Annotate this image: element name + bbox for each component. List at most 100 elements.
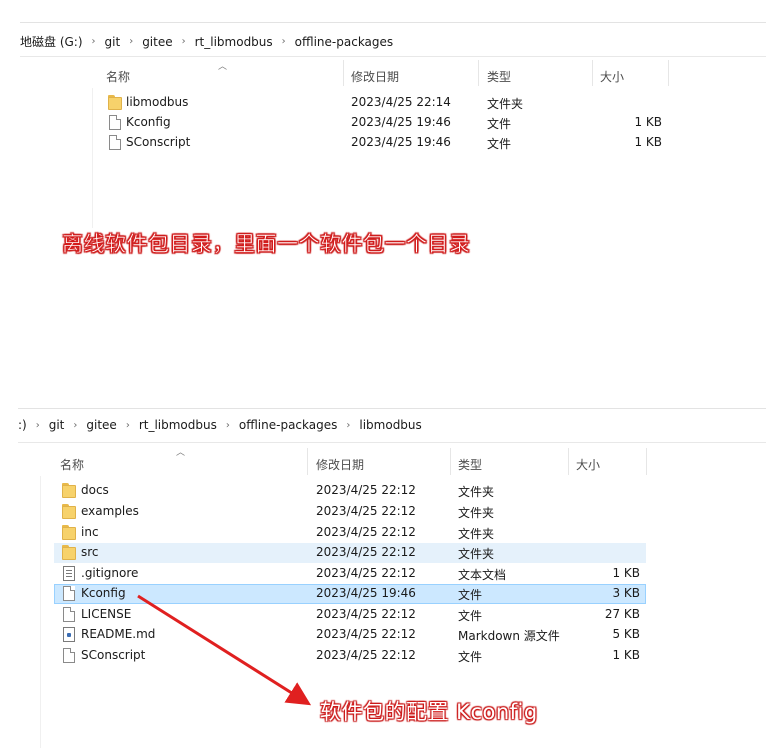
column-header-name[interactable]: 名称 [106,68,130,85]
file-name: SConscript [81,648,146,662]
file-row-kconfig[interactable]: Kconfig 2023/4/25 19:46 文件 1 KB [100,113,670,133]
folder-icon [62,504,76,519]
file-icon [63,648,75,663]
file-row-readme[interactable]: README.md 2023/4/25 22:12 Markdown 源文件 5… [54,625,646,645]
column-divider[interactable] [592,60,593,86]
file-size: 3 KB [612,586,640,600]
file-type: 文件 [458,588,483,602]
file-type: 文件夹 [487,97,524,111]
file-name: LICENSE [81,607,132,621]
column-header-modified[interactable]: 修改日期 [316,456,364,473]
breadcrumb-item-drive[interactable]: 地磁盘 (G:) [20,33,83,50]
folder-icon [62,545,76,560]
file-name: SConscript [126,135,191,149]
breadcrumb-item-git[interactable]: git [49,418,65,432]
breadcrumb: 地磁盘 (G:) › git › gitee › rt_libmodbus › … [20,33,393,50]
file-modified: 2023/4/25 22:12 [316,627,416,641]
breadcrumb-item-gitee[interactable]: gitee [86,418,116,432]
file-modified: 2023/4/25 22:12 [316,525,416,539]
breadcrumb-item-offline-packages[interactable]: offline-packages [295,35,394,49]
file-type: 文件 [458,609,483,623]
breadcrumb-divider [20,56,766,57]
file-modified: 2023/4/25 22:12 [316,504,416,518]
file-name: examples [81,504,139,518]
folder-icon [62,525,76,540]
file-type: Markdown 源文件 [458,629,560,643]
file-row-gitignore[interactable]: .gitignore 2023/4/25 22:12 文本文档 1 KB [54,564,646,584]
file-type: 文件 [458,650,483,664]
breadcrumb-item-libmodbus[interactable]: libmodbus [359,418,421,432]
file-size: 1 KB [612,566,640,580]
column-header-type[interactable]: 类型 [458,456,482,473]
column-header-modified[interactable]: 修改日期 [351,68,399,85]
file-name: README.md [81,627,156,641]
column-divider[interactable] [668,60,669,86]
breadcrumb-item-rt-libmodbus[interactable]: rt_libmodbus [195,35,273,49]
column-divider[interactable] [450,448,451,475]
file-row-docs[interactable]: docs 2023/4/25 22:12 文件夹 [54,481,646,501]
chevron-right-icon: › [91,36,96,47]
column-header-size[interactable]: 大小 [600,68,624,85]
explorer-window-offline-packages: 地磁盘 (G:) › git › gitee › rt_libmodbus › … [0,0,780,230]
breadcrumb-item-gitee[interactable]: gitee [142,35,172,49]
chevron-right-icon: › [125,419,130,431]
file-type: 文件 [487,117,512,131]
file-size: 1 KB [634,115,662,129]
file-type: 文件夹 [458,527,495,541]
folder-icon [108,95,122,110]
column-divider[interactable] [646,448,647,475]
file-row-license[interactable]: LICENSE 2023/4/25 22:12 文件 27 KB [54,605,646,625]
file-row-inc[interactable]: inc 2023/4/25 22:12 文件夹 [54,523,646,543]
file-modified: 2023/4/25 22:12 [316,607,416,621]
file-type: 文件 [487,137,512,151]
file-name: Kconfig [81,586,126,600]
file-name: docs [81,483,109,497]
file-modified: 2023/4/25 22:12 [316,483,416,497]
file-name: Kconfig [126,115,171,129]
nav-pane-divider[interactable] [40,476,41,748]
chevron-right-icon: › [346,419,351,431]
file-icon [63,607,75,622]
annotation-kconfig: 软件包的配置 Kconfig [320,700,538,724]
file-icon [63,586,75,601]
file-type: 文本文档 [458,568,507,582]
file-name: .gitignore [81,566,139,580]
sort-ascending-icon: ︿ [218,62,228,72]
column-header-type[interactable]: 类型 [487,68,511,85]
file-icon [109,135,121,150]
chevron-right-icon: › [281,36,286,47]
sort-ascending-icon: ︿ [176,448,186,458]
file-row-kconfig[interactable]: Kconfig 2023/4/25 19:46 文件 3 KB [54,584,646,604]
file-size: 5 KB [612,627,640,641]
column-divider[interactable] [343,60,344,86]
file-row-libmodbus[interactable]: libmodbus 2023/4/25 22:14 文件夹 [100,93,670,113]
file-modified: 2023/4/25 19:46 [351,115,451,129]
file-type: 文件夹 [458,547,495,561]
breadcrumb-item-offline-packages[interactable]: offline-packages [239,418,338,432]
chevron-right-icon: › [129,36,134,47]
file-type: 文件夹 [458,506,495,520]
file-size: 1 KB [612,648,640,662]
column-header-size[interactable]: 大小 [576,456,600,473]
file-row-src[interactable]: src 2023/4/25 22:12 文件夹 [54,543,646,563]
file-name: src [81,545,99,559]
text-file-icon [63,566,75,581]
file-row-sconscript[interactable]: SConscript 2023/4/25 19:46 文件 1 KB [100,133,670,153]
file-row-examples[interactable]: examples 2023/4/25 22:12 文件夹 [54,502,646,522]
breadcrumb-item-git[interactable]: git [105,35,121,49]
folder-icon [62,483,76,498]
column-header-name[interactable]: 名称 [60,456,84,473]
file-row-sconscript[interactable]: SConscript 2023/4/25 22:12 文件 1 KB [54,646,646,666]
column-divider[interactable] [307,448,308,475]
nav-pane-divider[interactable] [92,88,93,228]
breadcrumb: :) › git › gitee › rt_libmodbus › offlin… [18,418,422,432]
column-divider[interactable] [478,60,479,86]
annotation-offline-packages: 离线软件包目录，里面一个软件包一个目录 [62,232,471,257]
breadcrumb-item-rt-libmodbus[interactable]: rt_libmodbus [139,418,217,432]
column-divider[interactable] [568,448,569,475]
chevron-right-icon: › [225,419,230,431]
window-top-border [20,22,766,23]
file-name: libmodbus [126,95,189,109]
file-size: 1 KB [634,135,662,149]
breadcrumb-item-drive[interactable]: :) [18,418,27,432]
